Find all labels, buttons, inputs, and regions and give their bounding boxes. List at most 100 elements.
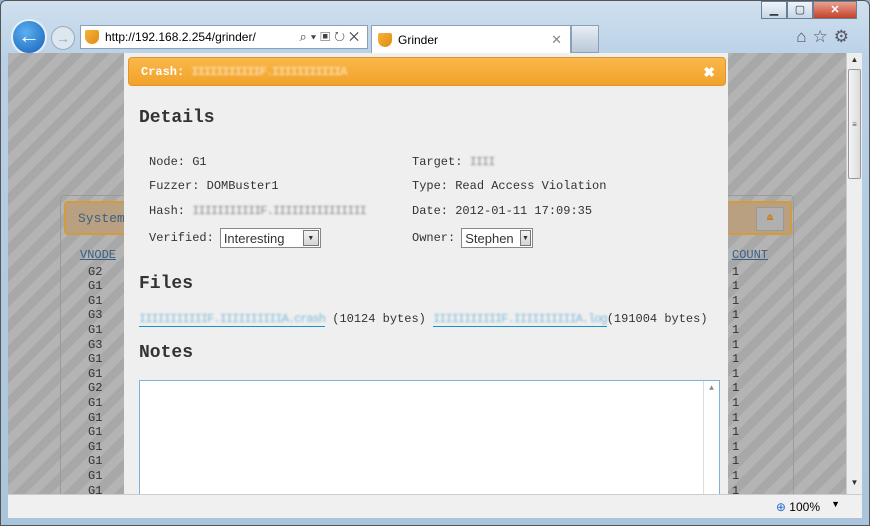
owner-select[interactable]: Stephen ▼	[461, 228, 534, 248]
crash-file-link[interactable]: IIIIIIIIIIIF.IIIIIIIIIIA.crash	[139, 312, 326, 327]
new-tab-button[interactable]	[571, 25, 599, 53]
forward-button[interactable]: →	[51, 26, 75, 50]
count-cell: 1	[732, 395, 740, 410]
count-cell: 1	[732, 468, 740, 483]
count-cell: 1	[732, 264, 740, 279]
files-heading: Files	[139, 274, 194, 294]
tab-favicon-icon	[378, 32, 392, 47]
count-cell: 1	[732, 352, 740, 367]
address-bar[interactable]: http://192.168.2.254/grinder/⌕▾▣↻✕	[80, 25, 368, 49]
details-heading: Details	[139, 108, 215, 128]
page-viewport: System ⏏ VNODE G2 G1 G1 G3 G1 G3 G1 G1 G2 G1 G1 G1 G1 G…	[8, 53, 846, 494]
log-file-name: IIIIIIIIIIIF.IIIIIIIIIIA.log	[433, 312, 608, 326]
vnode-cell: G1	[88, 279, 103, 294]
vnode-cell: G1	[88, 439, 103, 454]
fuzzer-label: Fuzzer:	[149, 179, 200, 193]
dialog-header: Crash: IIIIIIIIIIIF.IIIIIIIIIIIA ✖	[128, 57, 726, 86]
date-value: 2012-01-11 17:09:35	[455, 204, 593, 218]
vnode-cell: G1	[88, 454, 103, 469]
address-tools-icons[interactable]: ⌕▾▣↻✕	[300, 29, 368, 45]
collapse-button[interactable]: ⏏	[756, 207, 784, 231]
status-bar: ⊕ 100% ▼	[8, 494, 862, 518]
scroll-thumb[interactable]: ≡	[848, 69, 861, 179]
vnode-cell: G1	[88, 468, 103, 483]
zoom-icon: ⊕	[775, 500, 786, 514]
node-value: G1	[192, 155, 207, 169]
notes-heading: Notes	[139, 343, 194, 363]
date-label: Date:	[412, 204, 449, 218]
owner-label: Owner:	[412, 231, 456, 245]
count-cell: 1	[732, 337, 740, 352]
tab-grinder[interactable]: Grinder ✕	[371, 25, 571, 53]
vnode-cell: G1	[88, 352, 103, 367]
owner-value: Stephen	[465, 230, 514, 246]
system-panel-title: System	[78, 211, 125, 226]
scroll-down-icon[interactable]: ▼	[847, 478, 862, 492]
zoom-level[interactable]: ⊕ 100%	[776, 500, 820, 514]
gear-icon[interactable]: ⚙	[834, 27, 855, 46]
vnode-cell: G1	[88, 366, 103, 381]
vnode-cell: G1	[88, 425, 103, 440]
count-cell: 1	[732, 322, 740, 337]
count-cell: 1	[732, 425, 740, 440]
vnode-cell: G1	[88, 293, 103, 308]
home-icon[interactable]: ⌂	[796, 27, 812, 46]
chevron-down-icon[interactable]: ▼	[519, 230, 532, 246]
type-value: Read Access Violation	[455, 179, 607, 193]
count-cell: 1	[732, 279, 740, 294]
hash-value: IIIIIIIIIIIF.IIIIIIIIIIIIIII	[192, 204, 367, 218]
target-value: IIII	[469, 155, 496, 169]
crash-file-name: IIIIIIIIIIIF.IIIIIIIIIIA.crash	[139, 312, 326, 326]
count-cell: 1	[732, 410, 740, 425]
vnode-header[interactable]: VNODE	[80, 248, 116, 263]
crash-file-size: (10124 bytes)	[332, 312, 426, 326]
target-label: Target:	[412, 155, 463, 169]
count-header[interactable]: COUNT	[732, 248, 768, 263]
page-scrollbar[interactable]: ▲ ≡ ▼	[846, 53, 862, 494]
zoom-dropdown-icon[interactable]: ▼	[831, 499, 840, 509]
dialog-title: Crash:	[141, 65, 185, 79]
notes-scrollbar[interactable]: ▲	[703, 381, 719, 494]
toolbar-icons[interactable]: ⌂☆⚙	[796, 27, 855, 47]
zoom-value: 100%	[789, 500, 820, 514]
count-cell: 1	[732, 439, 740, 454]
favorites-star-icon[interactable]: ☆	[813, 27, 834, 46]
type-label: Type:	[412, 179, 449, 193]
close-tab-icon[interactable]: ✕	[551, 32, 562, 48]
maximize-button[interactable]: ▢	[787, 1, 813, 19]
dialog-title-hash: IIIIIIIIIIIF.IIIIIIIIIIIA	[191, 65, 347, 79]
vnode-cell: G2	[88, 381, 103, 396]
notes-textarea[interactable]: ▲	[139, 380, 720, 494]
vnode-cell: G3	[88, 337, 103, 352]
close-dialog-icon[interactable]: ✖	[703, 64, 715, 81]
vnode-cell: G1	[88, 410, 103, 425]
count-cell: 1	[732, 308, 740, 323]
count-cell: 1	[732, 381, 740, 396]
verified-label: Verified:	[149, 231, 214, 245]
vnode-cell: G2	[88, 264, 103, 279]
fuzzer-value: DOMBuster1	[206, 179, 279, 193]
tab-title: Grinder	[398, 32, 439, 47]
vnode-column: VNODE G2 G1 G1 G3 G1 G3 G1 G1 G2 G1 G1 G1 G1 G1 G1 G1	[80, 248, 116, 494]
back-button[interactable]: ←	[11, 19, 47, 55]
crash-dialog: Crash: IIIIIIIIIIIF.IIIIIIIIIIIA ✖ Detail…	[124, 53, 728, 494]
vnode-cell: G1	[88, 322, 103, 337]
count-column: COUNT 1 1 1 1 1 1 1 1 1 1 1 1 1 1 1 1	[732, 248, 768, 494]
vnode-cell: G1	[88, 395, 103, 410]
log-file-link[interactable]: IIIIIIIIIIIF.IIIIIIIIIIA.log	[433, 312, 608, 327]
minimize-button[interactable]: ▁	[761, 1, 787, 19]
chevron-down-icon[interactable]: ▼	[302, 230, 319, 246]
scroll-up-icon[interactable]: ▲	[847, 55, 862, 69]
log-file-size: (191004 bytes)	[606, 312, 708, 326]
verified-value: Interesting	[223, 230, 285, 246]
file-list: IIIIIIIIIIIF.IIIIIIIIIIA.crash (10124 by…	[139, 312, 708, 327]
close-window-button[interactable]: ✕	[813, 1, 857, 19]
hash-label: Hash:	[149, 204, 186, 218]
vnode-cell: G1	[88, 483, 103, 495]
count-cell: 1	[732, 366, 740, 381]
count-cell: 1	[732, 483, 740, 495]
node-label: Node:	[149, 155, 186, 169]
count-cell: 1	[732, 293, 740, 308]
url-text[interactable]: http://192.168.2.254/grinder/	[105, 30, 300, 44]
verified-select[interactable]: Interesting ▼	[219, 228, 321, 248]
